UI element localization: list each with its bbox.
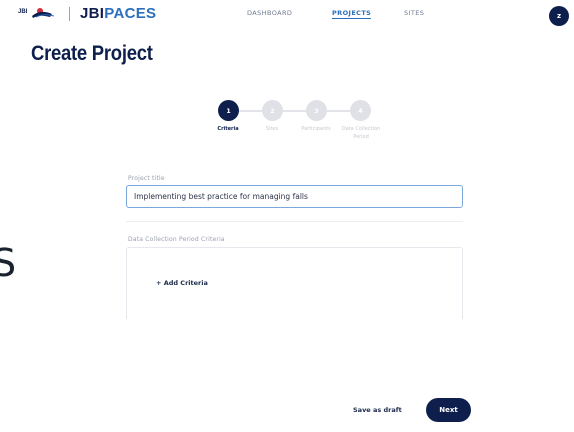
section-divider — [126, 221, 463, 222]
step-1-label: Criteria — [217, 126, 239, 132]
logo-divider — [69, 7, 70, 21]
step-1-circle[interactable]: 1 — [218, 100, 239, 121]
add-criteria-button[interactable]: + Add Criteria — [156, 279, 208, 287]
step-2-circle[interactable]: 2 — [262, 100, 283, 121]
next-button[interactable]: Next — [426, 398, 471, 422]
top-navigation: JBI JBIPACES DASHBOARD PROJECTS SITES z — [0, 0, 574, 32]
brand-suffix: PACES — [104, 5, 157, 22]
step-3-circle[interactable]: 3 — [306, 100, 327, 121]
step-4-label: Data Collection Period — [341, 126, 381, 140]
user-avatar[interactable]: z — [549, 6, 569, 26]
nav-projects[interactable]: PROJECTS — [332, 9, 372, 19]
brand-wordmark[interactable]: JBIPACES — [80, 5, 156, 23]
left-edge-text-fragment: S — [0, 241, 17, 285]
project-title-input[interactable] — [126, 185, 463, 208]
jbi-logo-icon[interactable]: JBI — [18, 5, 58, 21]
nav-dashboard[interactable]: DASHBOARD — [247, 9, 292, 17]
criteria-label: Data Collection Period Criteria — [128, 236, 225, 243]
step-2-label: Sites — [265, 126, 279, 132]
nav-sites[interactable]: SITES — [404, 9, 424, 17]
project-title-label: Project title — [128, 175, 165, 182]
brand-prefix: JBI — [80, 5, 105, 22]
page-title: Create Project — [31, 42, 153, 65]
progress-stepper: 1 2 3 4 Criteria Sites Participants Data… — [210, 100, 380, 160]
svg-text:JBI: JBI — [18, 9, 28, 15]
save-draft-button[interactable]: Save as draft — [353, 406, 402, 414]
step-3-label: Participants — [301, 126, 331, 132]
step-4-circle[interactable]: 4 — [350, 100, 371, 121]
